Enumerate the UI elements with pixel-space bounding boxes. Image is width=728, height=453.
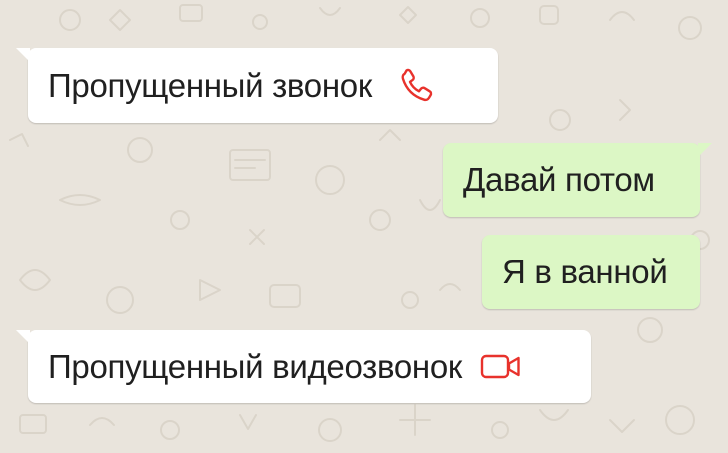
message-bubble-missed-video-call[interactable]: Пропущенный видеозвонок [16, 330, 591, 403]
message-text: Я в ванной [502, 253, 668, 290]
message-bubble-outgoing[interactable]: Давай потом [443, 143, 712, 217]
missed-voice-call-icon [396, 66, 436, 106]
message-bubble-outgoing[interactable]: Я в ванной [482, 235, 700, 309]
message-bubble-missed-voice-call[interactable]: Пропущенный звонок [16, 48, 498, 123]
message-text: Давай потом [463, 161, 655, 198]
missed-video-call-icon [480, 353, 522, 381]
message-text: Пропущенный видеозвонок [48, 347, 463, 385]
message-text: Пропущенный звонок [48, 66, 372, 104]
